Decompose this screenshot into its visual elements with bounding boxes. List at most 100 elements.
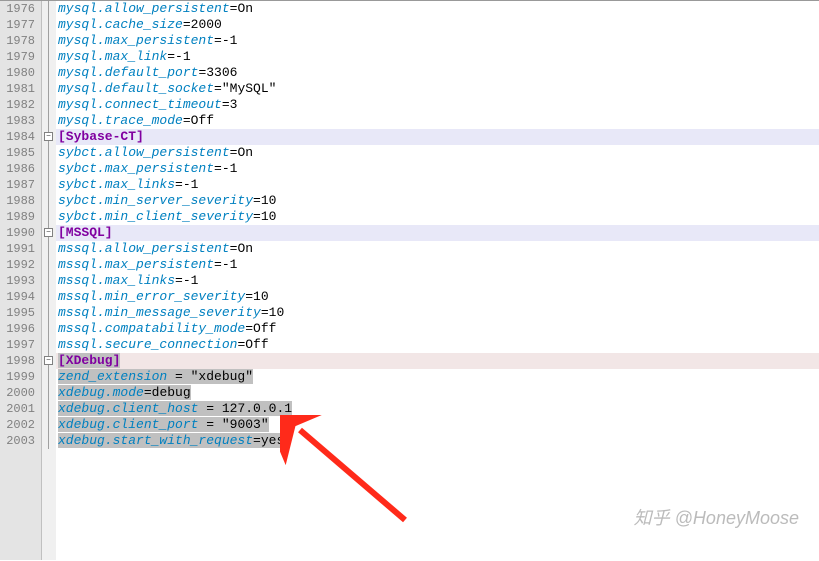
config-entry[interactable]: mssql.allow_persistent=On <box>56 241 819 257</box>
config-key: mssql.min_message_severity <box>58 305 261 320</box>
equals-sign: = <box>222 97 230 112</box>
line-number: 2001 <box>6 401 35 417</box>
section-name: [MSSQL] <box>58 225 113 240</box>
line-number: 1998 <box>6 353 35 369</box>
section-name: [XDebug] <box>58 353 120 368</box>
config-key: mssql.min_error_severity <box>58 289 245 304</box>
config-value: "9003" <box>222 417 269 432</box>
config-value: 10 <box>253 289 269 304</box>
config-key: xdebug.mode <box>58 385 144 400</box>
config-entry[interactable]: sybct.min_server_severity=10 <box>56 193 819 209</box>
config-value: On <box>237 241 253 256</box>
config-value: 3306 <box>206 65 237 80</box>
equals-sign: = <box>183 17 191 32</box>
config-entry[interactable]: xdebug.client_host = 127.0.0.1 <box>56 401 819 417</box>
config-key: zend_extension <box>58 369 167 384</box>
section-header[interactable]: [XDebug] <box>56 353 819 369</box>
config-value: "xdebug" <box>191 369 253 384</box>
config-entry[interactable]: mssql.min_error_severity=10 <box>56 289 819 305</box>
config-entry[interactable]: mssql.secure_connection=Off <box>56 337 819 353</box>
config-value: -1 <box>175 49 191 64</box>
line-number: 1997 <box>6 337 35 353</box>
config-entry[interactable]: sybct.allow_persistent=On <box>56 145 819 161</box>
line-number: 1978 <box>6 33 35 49</box>
config-key: mysql.cache_size <box>58 17 183 32</box>
fold-toggle-icon[interactable]: − <box>44 228 53 237</box>
config-value: -1 <box>222 161 238 176</box>
config-key: mysql.default_socket <box>58 81 214 96</box>
line-number: 1989 <box>6 209 35 225</box>
config-value: 10 <box>269 305 285 320</box>
code-area[interactable]: mysql.allow_persistent=Onmysql.cache_siz… <box>56 1 819 560</box>
equals-sign: = <box>245 289 253 304</box>
config-entry[interactable]: mysql.default_port=3306 <box>56 65 819 81</box>
config-value: Off <box>253 321 276 336</box>
line-number: 2003 <box>6 433 35 449</box>
config-entry[interactable]: sybct.max_persistent=-1 <box>56 161 819 177</box>
section-header[interactable]: [Sybase-CT] <box>56 129 819 145</box>
fold-guide-line <box>48 1 49 449</box>
config-value: yes <box>261 433 284 448</box>
equals-sign: = <box>175 273 183 288</box>
config-entry[interactable]: mysql.allow_persistent=On <box>56 1 819 17</box>
config-entry[interactable]: sybct.min_client_severity=10 <box>56 209 819 225</box>
blank-line <box>56 529 819 545</box>
config-key: mysql.connect_timeout <box>58 97 222 112</box>
config-key: xdebug.client_port <box>58 417 198 432</box>
line-number: 1987 <box>6 177 35 193</box>
line-number: 1976 <box>6 1 35 17</box>
line-number: 1979 <box>6 49 35 65</box>
config-entry[interactable]: mysql.max_persistent=-1 <box>56 33 819 49</box>
fold-toggle-icon[interactable]: − <box>44 132 53 141</box>
line-number: 1992 <box>6 257 35 273</box>
line-number: 1988 <box>6 193 35 209</box>
config-entry[interactable]: xdebug.client_port = "9003" <box>56 417 819 433</box>
section-header[interactable]: [MSSQL] <box>56 225 819 241</box>
config-key: sybct.max_persistent <box>58 161 214 176</box>
equals-sign: = <box>144 385 152 400</box>
config-entry[interactable]: mysql.max_link=-1 <box>56 49 819 65</box>
blank-line <box>56 545 819 561</box>
config-key: sybct.min_server_severity <box>58 193 253 208</box>
line-number: 1981 <box>6 81 35 97</box>
config-key: mssql.max_links <box>58 273 175 288</box>
equals-sign: = <box>253 209 261 224</box>
line-number: 1985 <box>6 145 35 161</box>
line-number: 2000 <box>6 385 35 401</box>
config-entry[interactable]: mssql.min_message_severity=10 <box>56 305 819 321</box>
config-entry[interactable]: mysql.trace_mode=Off <box>56 113 819 129</box>
config-entry[interactable]: mssql.max_persistent=-1 <box>56 257 819 273</box>
equals-sign: = <box>214 33 222 48</box>
config-value: -1 <box>222 257 238 272</box>
config-value: debug <box>152 385 191 400</box>
config-entry[interactable]: sybct.max_links=-1 <box>56 177 819 193</box>
section-name: [Sybase-CT] <box>58 129 144 144</box>
config-key: mysql.max_link <box>58 49 167 64</box>
equals-sign: = <box>261 305 269 320</box>
config-entry[interactable]: xdebug.start_with_request=yes <box>56 433 819 449</box>
line-number: 1999 <box>6 369 35 385</box>
config-entry[interactable]: mssql.max_links=-1 <box>56 273 819 289</box>
line-number: 1980 <box>6 65 35 81</box>
config-key: xdebug.start_with_request <box>58 433 253 448</box>
config-entry[interactable]: mysql.cache_size=2000 <box>56 17 819 33</box>
config-entry[interactable]: xdebug.mode=debug <box>56 385 819 401</box>
config-key: xdebug.client_host <box>58 401 198 416</box>
config-key: mysql.trace_mode <box>58 113 183 128</box>
line-number: 1996 <box>6 321 35 337</box>
config-entry[interactable]: mysql.default_socket="MySQL" <box>56 81 819 97</box>
fold-toggle-icon[interactable]: − <box>44 356 53 365</box>
config-entry[interactable]: mssql.compatability_mode=Off <box>56 321 819 337</box>
line-number: 1990 <box>6 225 35 241</box>
config-key: sybct.min_client_severity <box>58 209 253 224</box>
line-number: 1994 <box>6 289 35 305</box>
config-entry[interactable]: zend_extension = "xdebug" <box>56 369 819 385</box>
code-editor[interactable]: 1976197719781979198019811982198319841985… <box>0 0 819 560</box>
line-number: 2002 <box>6 417 35 433</box>
config-key: sybct.max_links <box>58 177 175 192</box>
config-entry[interactable]: mysql.connect_timeout=3 <box>56 97 819 113</box>
blank-line <box>56 465 819 481</box>
config-value: 3 <box>230 97 238 112</box>
config-key: mssql.max_persistent <box>58 257 214 272</box>
fold-column[interactable]: − − − <box>42 1 56 560</box>
